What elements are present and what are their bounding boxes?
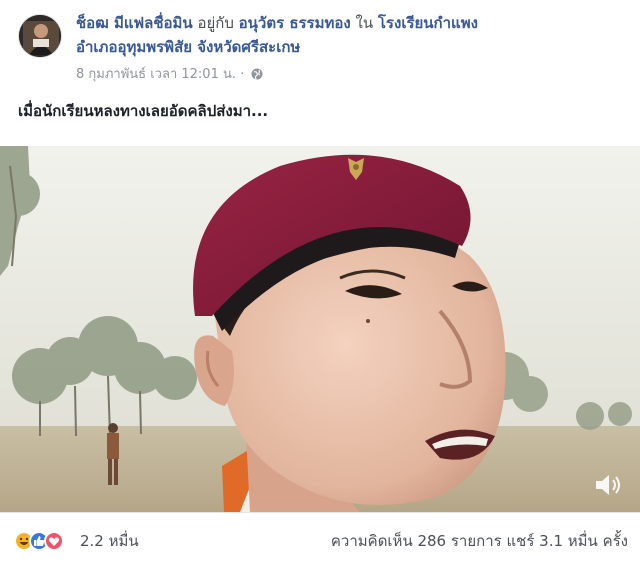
- location-link[interactable]: โรงเรียนกำแพง: [378, 14, 478, 32]
- video-player[interactable]: [0, 146, 640, 512]
- globe-icon[interactable]: [251, 68, 263, 86]
- comments-count-link[interactable]: ความคิดเห็น 286 รายการ: [331, 532, 502, 550]
- shares-count-link[interactable]: แชร์ 3.1 หมื่น ครั้ง: [506, 532, 628, 550]
- with-label: อยู่กับ: [197, 14, 234, 32]
- speaker-icon[interactable]: [592, 472, 622, 498]
- post-meta: 8 กุมภาพันธ์ เวลา 12:01 น. ·: [76, 66, 263, 86]
- post-caption: เมื่อนักเรียนหลงทางเลยอัดคลิปส่งมา...: [18, 102, 269, 120]
- video-frame: [0, 146, 640, 512]
- tagged-person-link[interactable]: อนุวัตร ธรรมทอง: [239, 14, 351, 32]
- author-name-link[interactable]: ช็อฒ มีแฟลชื่อมิน: [76, 14, 193, 32]
- location-link-line2[interactable]: อำเภออุทุมพรพิสัย จังหวัดศรีสะเกษ: [76, 38, 300, 56]
- post-footer: 2.2 หมื่น ความคิดเห็น 286 รายการ แชร์ 3.…: [0, 512, 640, 572]
- love-icon: [44, 531, 64, 551]
- post-stats: ความคิดเห็น 286 รายการ แชร์ 3.1 หมื่น คร…: [331, 531, 628, 551]
- post-header-line2: อำเภออุทุมพรพิสัย จังหวัดศรีสะเกษ: [76, 36, 300, 58]
- facebook-post: ช็อฒ มีแฟลชื่อมิน อยู่กับ อนุวัตร ธรรมทอ…: [0, 0, 640, 572]
- in-label: ใน: [355, 14, 374, 32]
- reaction-count[interactable]: 2.2 หมื่น: [80, 531, 139, 551]
- timestamp-link[interactable]: 8 กุมภาพันธ์ เวลา 12:01 น. ·: [76, 67, 244, 82]
- avatar-image: [19, 15, 61, 57]
- author-avatar[interactable]: [18, 14, 62, 58]
- post-header: ช็อฒ มีแฟลชื่อมิน อยู่กับ อนุวัตร ธรรมทอ…: [76, 12, 626, 34]
